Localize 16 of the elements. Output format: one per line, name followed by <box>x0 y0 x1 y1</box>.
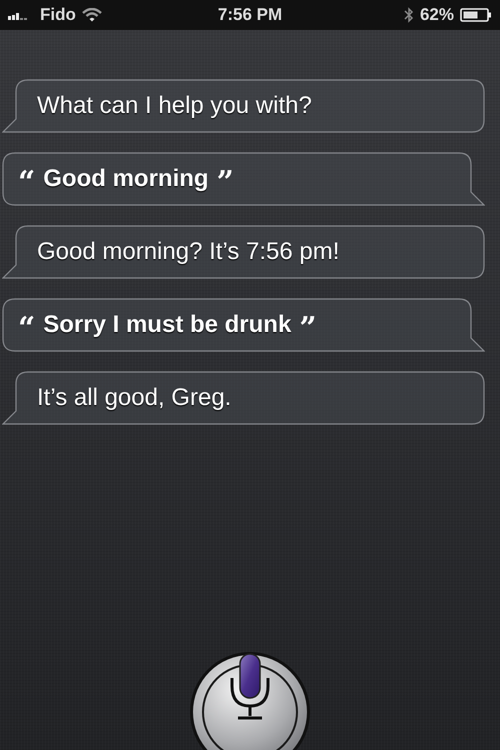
clock-time: 7:56 PM <box>218 5 282 25</box>
wifi-icon <box>82 8 102 22</box>
bluetooth-icon <box>404 7 414 23</box>
battery-icon <box>460 8 492 22</box>
message-text: It’s all good, Greg. <box>37 384 232 412</box>
battery-percentage: 62% <box>420 5 454 25</box>
message-text: Sorry I must be drunk <box>43 311 292 339</box>
carrier-name: Fido <box>40 5 76 25</box>
microphone-button[interactable] <box>188 650 312 750</box>
quote-mark: ” <box>216 168 234 198</box>
message-text: Good morning? It’s 7:56 pm! <box>37 238 340 266</box>
quote-mark: ” <box>299 314 317 344</box>
quote-mark: “ <box>18 314 36 344</box>
message-text: Good morning <box>43 165 209 193</box>
quote-mark: “ <box>18 168 36 198</box>
message-text: What can I help you with? <box>37 92 312 120</box>
